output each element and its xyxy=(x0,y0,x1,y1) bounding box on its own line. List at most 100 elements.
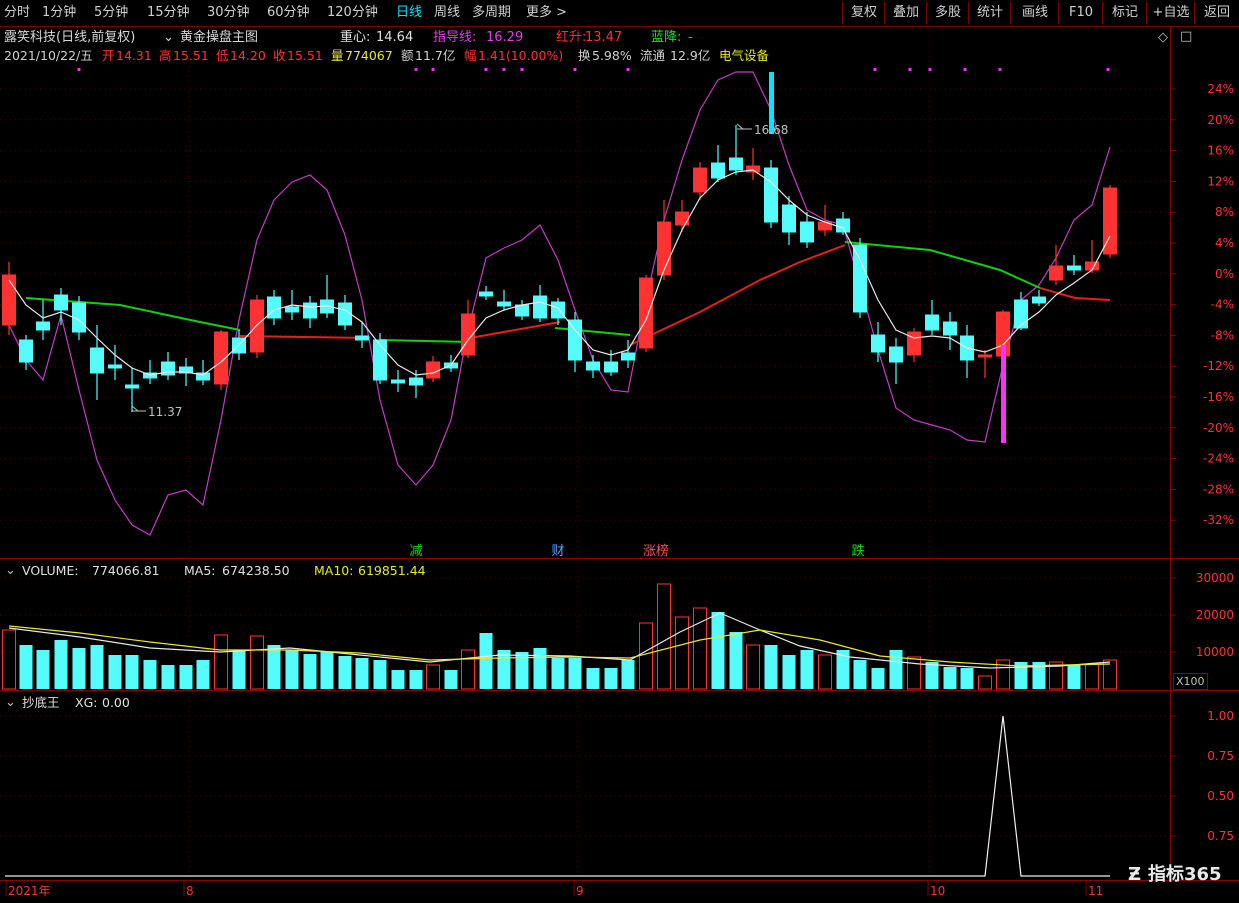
vol-y-label: 10000 xyxy=(1196,645,1234,659)
volume-bar xyxy=(196,660,210,689)
volume-bar xyxy=(125,655,139,689)
candle-body xyxy=(586,361,600,371)
event-tag: 财 xyxy=(551,544,564,559)
signal-dot xyxy=(77,68,81,71)
candle-body xyxy=(409,377,423,386)
volume-bar xyxy=(214,634,228,690)
event-tag: 涨榜 xyxy=(643,543,669,559)
volume-bar xyxy=(355,658,369,689)
signal-dot xyxy=(502,68,506,71)
ma10-label: MA10: xyxy=(314,563,354,578)
event-tag: 跌 xyxy=(851,543,864,559)
signal-dot xyxy=(520,68,524,71)
candle-body xyxy=(285,306,299,313)
vol-y-label: 20000 xyxy=(1196,608,1234,622)
volume-bar xyxy=(338,656,352,689)
volume-bar xyxy=(373,660,387,689)
xg-grid xyxy=(0,715,1170,837)
y-tick-label: 12% xyxy=(1207,174,1234,188)
y-tick-label: 0% xyxy=(1215,267,1234,281)
candle-body xyxy=(1032,296,1046,304)
xg-value: 0.00 xyxy=(102,695,130,710)
y-tick-label: -16% xyxy=(1203,390,1234,404)
signal-dot xyxy=(626,68,630,71)
volume-bar xyxy=(54,640,68,689)
candle-body xyxy=(604,361,618,373)
x-tick-label: 8 xyxy=(186,884,194,898)
y-tick-label: -8% xyxy=(1211,328,1234,342)
red-guide-line xyxy=(1039,287,1111,301)
volume-bar xyxy=(639,622,653,690)
candle-body xyxy=(551,301,565,319)
vol-y-label: 30000 xyxy=(1196,571,1234,585)
volume-bar xyxy=(232,650,246,689)
white-ma-line xyxy=(8,169,1111,376)
kline-chart[interactable]: 24% 20% 16% 12% 8% 4% 0% -4% -8% -12% -16% -20% -24%… xyxy=(0,0,1239,903)
y-tick-label: -28% xyxy=(1203,482,1234,496)
volume-bar xyxy=(800,650,814,689)
signal-dot xyxy=(573,68,577,71)
candle-body xyxy=(338,302,352,326)
low-arrow xyxy=(131,405,139,412)
candle-body xyxy=(978,354,992,358)
high-annotation: 16.68 xyxy=(754,123,788,137)
top-dots xyxy=(77,68,1110,71)
volume-bar xyxy=(479,633,493,689)
candle-body xyxy=(2,274,16,326)
signal-dot xyxy=(873,68,877,71)
candle-body xyxy=(373,339,387,381)
volume-bar xyxy=(675,616,689,690)
candle-body xyxy=(391,379,405,384)
volume-unit: X100 xyxy=(1173,673,1208,690)
low-annotation: 11.37 xyxy=(148,405,182,419)
candle-body xyxy=(479,291,493,297)
volume-bar xyxy=(179,665,193,689)
signal-dot xyxy=(963,68,967,71)
watermark-text: 指标365 xyxy=(1148,864,1222,885)
signal-dot xyxy=(431,68,435,71)
white-ma xyxy=(8,169,1111,376)
volume-label: VOLUME: xyxy=(22,563,79,578)
x-tick-label: 9 xyxy=(576,884,584,898)
ma5-value: 674238.50 xyxy=(222,563,290,578)
signal-dot xyxy=(1106,68,1110,71)
candle-body xyxy=(764,167,778,223)
volume-bar xyxy=(551,658,565,689)
candle-body xyxy=(426,361,440,379)
y-tick-label: 4% xyxy=(1215,236,1234,250)
y-tick-label: 24% xyxy=(1207,82,1234,96)
signal-dot xyxy=(484,68,488,71)
y-tick-label: -24% xyxy=(1203,452,1234,466)
volume-bar xyxy=(444,670,458,689)
candle-body xyxy=(621,352,635,361)
volume-bar xyxy=(853,660,867,689)
volume-bar xyxy=(90,645,104,689)
volume-bar xyxy=(1067,665,1081,689)
volume-bar xyxy=(426,664,440,690)
y-tick-label: -12% xyxy=(1203,359,1234,373)
candle-body xyxy=(303,302,317,319)
event-tags: 减 财 涨榜 跌 xyxy=(409,543,864,559)
candle-body xyxy=(639,277,653,349)
volume-bar xyxy=(943,667,957,689)
volume-bar xyxy=(586,668,600,689)
x-tick-label: 2021年 xyxy=(8,884,51,898)
xg-settings-icon[interactable]: ⌄ xyxy=(5,695,16,710)
y-tick-label: 16% xyxy=(1207,144,1234,158)
volume-bar xyxy=(621,660,635,689)
candle-body xyxy=(54,294,68,311)
candle-body xyxy=(108,364,122,369)
volume-settings-icon[interactable]: ⌄ xyxy=(5,563,16,578)
volume-bar xyxy=(960,668,974,689)
candle-body xyxy=(568,319,582,361)
signal-dot xyxy=(928,68,932,71)
green-guide-line xyxy=(844,241,1041,289)
candle-body xyxy=(836,218,850,233)
volume-bar xyxy=(36,650,50,689)
volume-bar xyxy=(925,662,939,689)
volume-bar xyxy=(461,649,475,690)
volume-bar xyxy=(657,583,671,690)
volume-y-axis: 30000 20000 10000 xyxy=(1170,571,1234,659)
candle-body xyxy=(711,162,725,179)
green-guide-line xyxy=(379,339,471,343)
